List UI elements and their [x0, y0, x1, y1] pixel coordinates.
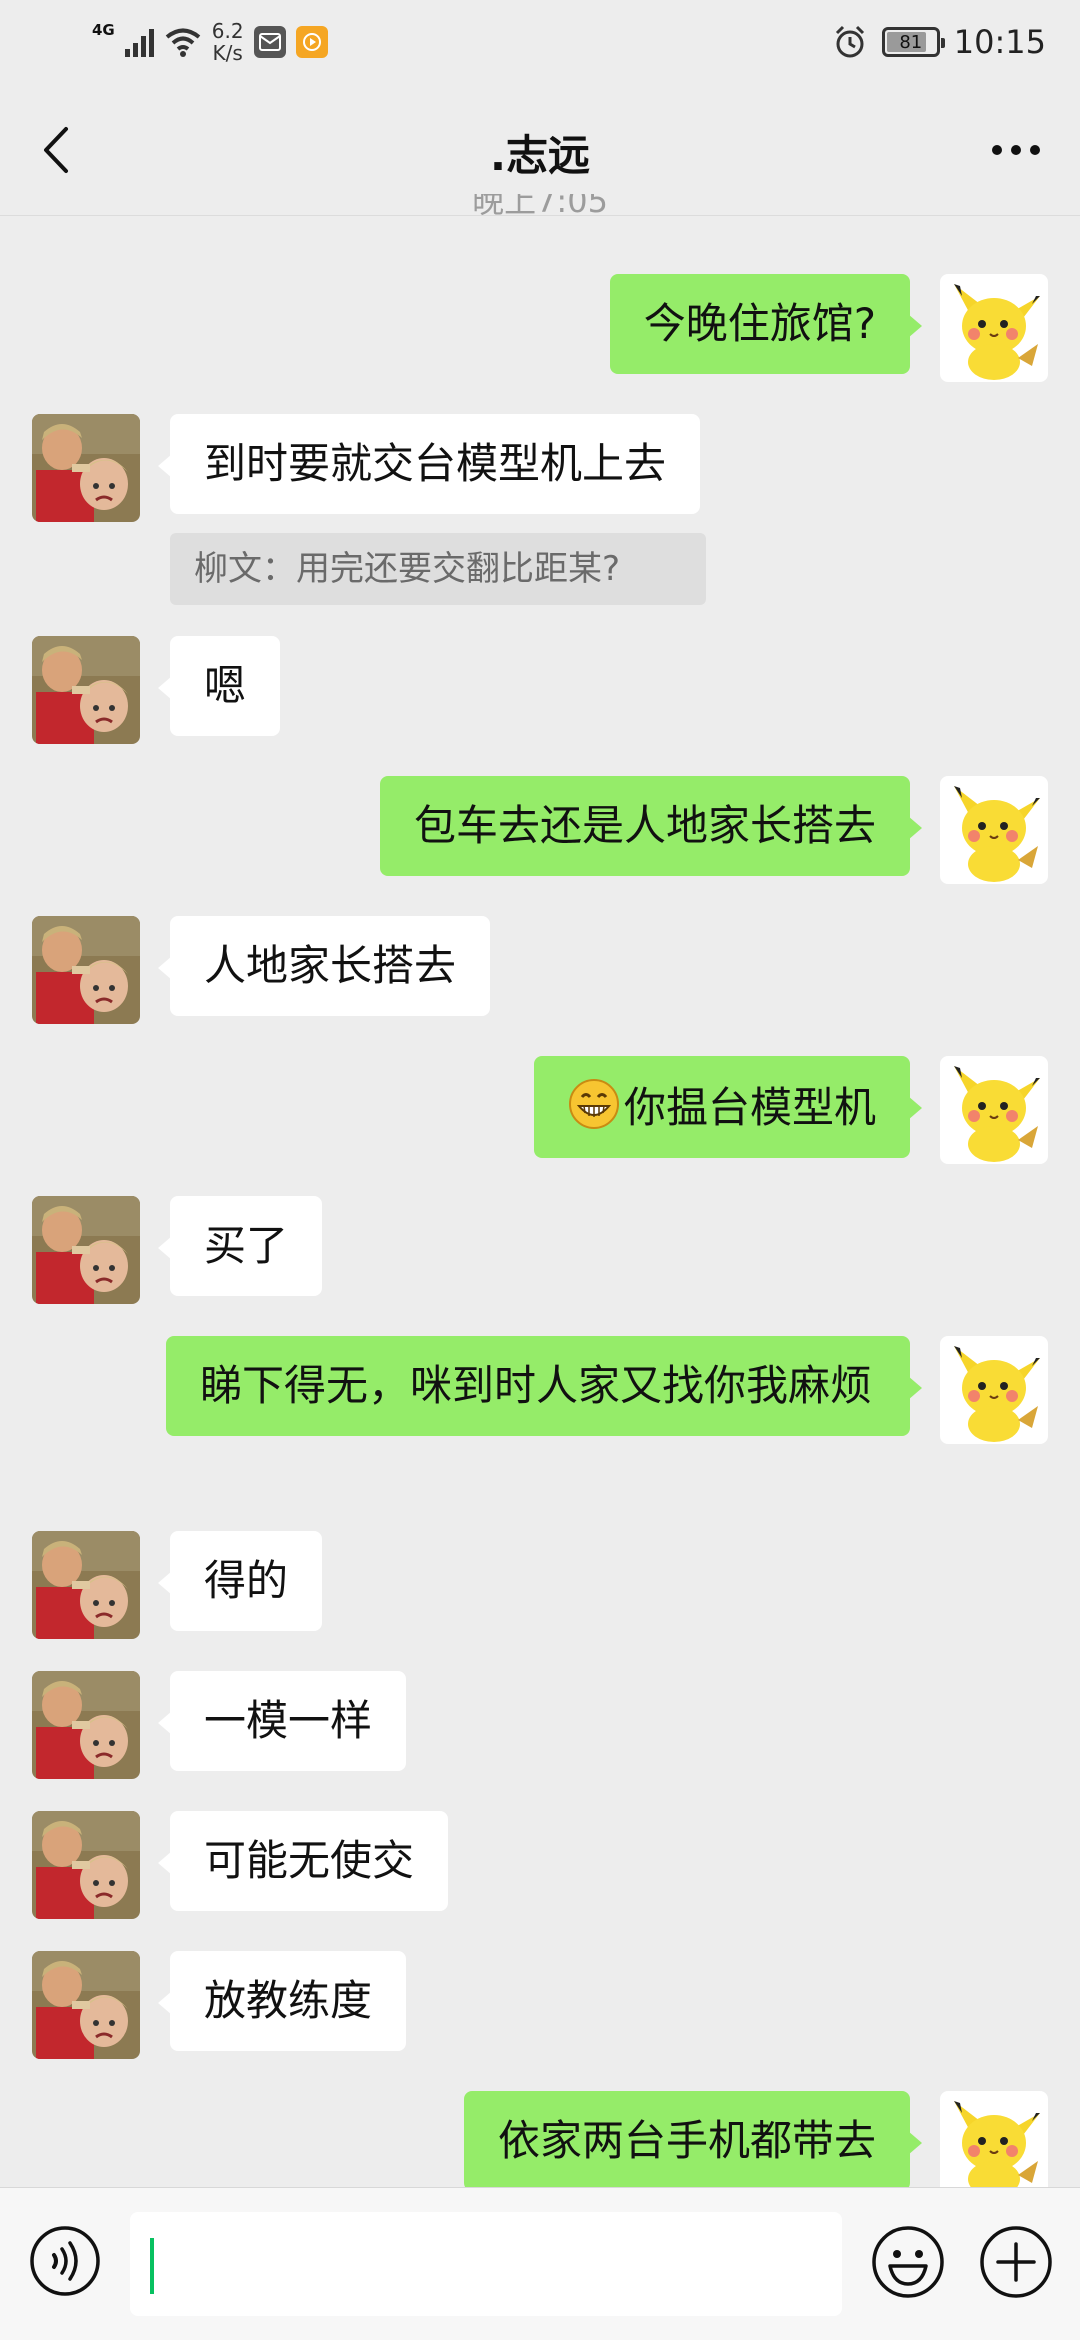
status-bar: 4G 6.2 K/s 81 10:15 — [0, 0, 1080, 84]
battery-level: 81 — [899, 31, 923, 53]
my-avatar[interactable] — [940, 1336, 1048, 1444]
message-text: 买了 — [204, 1221, 289, 1270]
message-text: 到时要就交台模型机上去 — [204, 439, 667, 488]
network-type: 4G — [92, 21, 115, 39]
message-list[interactable]: 今晚住旅馆? 到时要就交台模型机上去 柳文：用完还要交翻比距某? 嗯 包车去还是… — [0, 217, 1080, 2187]
voice-icon[interactable] — [28, 2224, 102, 2298]
contact-avatar[interactable] — [32, 414, 140, 522]
message-text: 包车去还是人地家长搭去 — [413, 801, 876, 850]
message-bubble-incoming[interactable]: 买了 — [157, 1196, 323, 1296]
message-bubble-outgoing[interactable]: 今晚住旅馆? — [609, 274, 923, 374]
network-speed-unit: K/s — [212, 41, 243, 65]
quote-text: 柳文：用完还要交翻比距某? — [194, 549, 621, 589]
text-cursor — [150, 2238, 154, 2294]
message-bubble-outgoing[interactable]: 依家两台手机都带去 — [463, 2091, 923, 2187]
message-input[interactable] — [130, 2212, 842, 2316]
message-bubble-incoming[interactable]: 一模一样 — [157, 1671, 407, 1771]
contact-avatar[interactable] — [32, 1811, 140, 1919]
message-text: 得的 — [204, 1556, 289, 1605]
contact-avatar[interactable] — [32, 1671, 140, 1779]
contact-avatar[interactable] — [32, 1951, 140, 2059]
message-text: 人地家长搭去 — [204, 941, 457, 990]
message-text: 一模一样 — [204, 1696, 373, 1745]
network-speed: 6.2 K/s — [212, 20, 244, 64]
my-avatar[interactable] — [940, 1056, 1048, 1164]
timestamp-divider: 晚上7:05 — [0, 194, 1080, 216]
message-text: 依家两台手机都带去 — [497, 2116, 876, 2165]
wifi-icon — [165, 28, 201, 57]
more-dots-icon — [992, 145, 1040, 155]
contact-avatar[interactable] — [32, 1531, 140, 1639]
message-text: 嗯 — [204, 661, 247, 710]
message-bubble-incoming[interactable]: 人地家长搭去 — [157, 916, 491, 1016]
quoted-message[interactable]: 柳文：用完还要交翻比距某? — [170, 533, 706, 605]
status-left: 4G 6.2 K/s — [92, 18, 328, 66]
message-text: 今晚住旅馆? — [643, 299, 876, 348]
status-right: 81 10:15 — [832, 18, 1046, 66]
video-app-icon — [295, 26, 328, 58]
plus-icon[interactable] — [978, 2224, 1054, 2300]
chat-header: .志远 晚上7:05 — [0, 84, 1080, 216]
contact-avatar[interactable] — [32, 916, 140, 1024]
message-bubble-incoming[interactable]: 嗯 — [157, 636, 281, 736]
message-bubble-incoming[interactable]: 到时要就交台模型机上去 — [157, 414, 701, 514]
message-bubble-incoming[interactable]: 放教练度 — [157, 1951, 407, 2051]
mail-app-icon — [253, 26, 286, 58]
message-bubble-outgoing[interactable]: 睇下得无，咪到时人家又找你我麻烦 — [166, 1336, 922, 1436]
emoji-icon[interactable] — [870, 2224, 946, 2300]
signal-icon — [124, 27, 154, 57]
input-bar — [0, 2187, 1080, 2340]
clock: 10:15 — [953, 23, 1046, 61]
contact-avatar[interactable] — [32, 1196, 140, 1304]
more-button[interactable] — [986, 120, 1046, 180]
alarm-icon — [835, 25, 864, 58]
my-avatar[interactable] — [940, 274, 1048, 382]
grin-emoji-icon — [568, 1078, 620, 1130]
message-bubble-incoming[interactable]: 得的 — [157, 1531, 323, 1631]
message-text: 睇下得无，咪到时人家又找你我麻烦 — [200, 1361, 873, 1410]
message-text: 你揾台模型机 — [623, 1083, 876, 1132]
network-speed-value: 6.2 — [211, 19, 244, 43]
message-bubble-outgoing[interactable]: 你揾台模型机 — [533, 1056, 923, 1158]
message-text: 可能无使交 — [204, 1836, 415, 1885]
timestamp-text: 晚上7:05 — [472, 194, 608, 216]
chat-title: .志远 — [490, 131, 590, 180]
contact-avatar[interactable] — [32, 636, 140, 744]
battery-icon: 81 — [881, 27, 945, 57]
message-text: 放教练度 — [204, 1976, 373, 2025]
my-avatar[interactable] — [940, 2091, 1048, 2187]
message-bubble-outgoing[interactable]: 包车去还是人地家长搭去 — [379, 776, 923, 876]
message-bubble-incoming[interactable]: 可能无使交 — [157, 1811, 449, 1911]
my-avatar[interactable] — [940, 776, 1048, 884]
